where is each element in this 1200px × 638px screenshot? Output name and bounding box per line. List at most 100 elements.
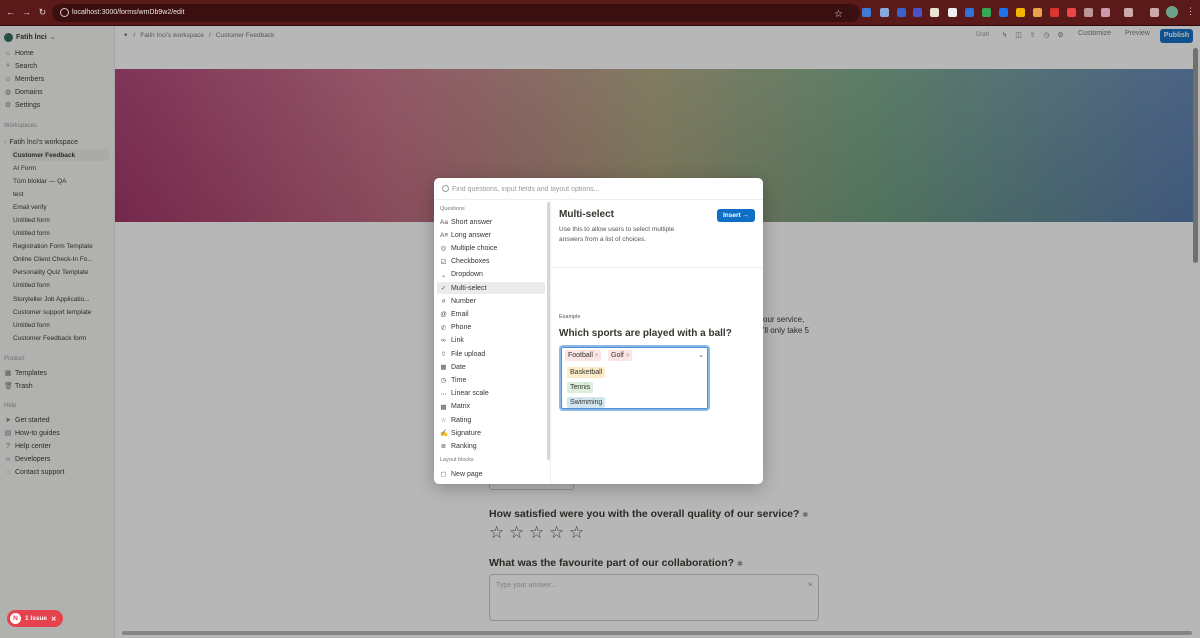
remove-tag-icon[interactable]: ×	[595, 353, 599, 359]
page-icon: ▢	[440, 471, 447, 478]
tag-label: Football	[568, 352, 593, 359]
nextjs-logo-icon: N	[10, 613, 21, 624]
close-icon[interactable]: ✕	[51, 615, 56, 623]
forward-icon[interactable]: →	[21, 7, 32, 18]
reload-icon[interactable]: ↻	[37, 7, 48, 18]
extension-icon[interactable]	[1084, 8, 1093, 17]
block-item-new-page[interactable]: ▢ New page	[437, 468, 545, 480]
option-item[interactable]: Swimming	[567, 397, 606, 408]
extension-icon[interactable]	[1016, 8, 1025, 17]
extension-icon[interactable]	[982, 8, 991, 17]
block-item-label: Email	[451, 310, 469, 318]
block-item-long-answer[interactable]: A≡ Long answer	[437, 229, 545, 241]
selected-tag[interactable]: Football ×	[565, 350, 602, 361]
block-list-scrollbar[interactable]	[547, 202, 550, 460]
block-item-matrix[interactable]: ▩ Matrix	[437, 401, 545, 413]
block-item-label: Link	[451, 337, 464, 345]
linear-scale-icon: ⋯	[440, 390, 447, 398]
layout-group-header: Layout blocks	[440, 457, 474, 463]
short-answer-icon: Aa	[440, 218, 448, 226]
extension-icon[interactable]	[862, 8, 871, 17]
tag-label: Golf	[611, 352, 624, 359]
ranking-icon: ≣	[440, 443, 447, 451]
insert-block-modal: Questions AaShort answerA≡Long answer◎Mu…	[434, 178, 763, 484]
extension-icon[interactable]	[1033, 8, 1042, 17]
checkbox-icon: ☑	[440, 258, 447, 266]
block-item-short-answer[interactable]: Aa Short answer	[437, 216, 545, 228]
block-item-label: Matrix	[451, 403, 471, 411]
clock-icon: ◷	[440, 377, 447, 385]
option-item[interactable]: Tennis	[567, 382, 594, 393]
extension-icon[interactable]	[913, 8, 922, 17]
block-item-email[interactable]: @ Email	[437, 308, 545, 320]
block-search	[434, 178, 763, 200]
block-item-checkboxes[interactable]: ☑ Checkboxes	[437, 256, 545, 268]
block-item-label: Checkboxes	[451, 258, 490, 266]
block-item-label: New page	[451, 470, 483, 478]
multi-select-icon: ✓	[440, 285, 447, 292]
block-item-time[interactable]: ◷ Time	[437, 374, 545, 386]
issue-badge[interactable]: N 1 Issue ✕	[7, 610, 63, 627]
block-item-label: Rating	[451, 416, 472, 424]
download-icon[interactable]	[1150, 8, 1159, 17]
block-list: Questions Aa Short answer A≡ Long answer ◎ Mu…	[434, 200, 551, 484]
example-question: Which sports are played with a ball?	[559, 328, 732, 339]
block-item-date[interactable]: ▦ Date	[437, 361, 545, 373]
block-item-multi-select[interactable]: ✓ Multi-select	[437, 282, 545, 294]
extension-icon[interactable]	[897, 8, 906, 17]
matrix-icon: ▩	[440, 403, 447, 411]
block-item-rating[interactable]: ☆ Rating	[437, 414, 545, 426]
bookmark-star-icon[interactable]: ☆	[834, 7, 850, 23]
insert-button[interactable]: Insert →	[717, 209, 755, 222]
link-icon: ∞	[441, 337, 446, 345]
extension-icon[interactable]	[1067, 8, 1076, 17]
option-item[interactable]: Basketball	[567, 367, 606, 378]
block-item-signature[interactable]: ✍ Signature	[437, 427, 545, 439]
preview-description: Use this to allow users to select multip…	[559, 226, 675, 243]
block-item-label: Ranking	[451, 442, 477, 450]
chevron-down-icon[interactable]: ⌄	[698, 351, 704, 359]
block-item-label: Signature	[451, 429, 481, 437]
insert-button-label: Insert	[722, 212, 741, 219]
block-search-input[interactable]	[452, 183, 752, 195]
block-item-number[interactable]: # Number	[437, 295, 545, 307]
block-item-label: Phone	[451, 324, 472, 332]
block-item-multiple-choice[interactable]: ◎ Multiple choice	[437, 242, 545, 254]
block-item-label: File upload	[451, 350, 486, 358]
multi-select-field[interactable]: Football × Golf × ⌄ Basketball Tennis Swim…	[559, 345, 710, 411]
block-item-linear-scale[interactable]: ⋯ Linear scale	[437, 388, 545, 400]
block-item-file-upload[interactable]: ⇧ File upload	[437, 348, 545, 360]
extension-icon[interactable]	[1050, 8, 1059, 17]
extension-icon[interactable]	[965, 8, 974, 17]
extension-icon[interactable]	[880, 8, 889, 17]
number-icon: #	[441, 297, 446, 305]
divider	[552, 267, 763, 268]
site-info-icon[interactable]	[60, 8, 69, 17]
block-item-phone[interactable]: ✆ Phone	[437, 322, 545, 334]
block-item-dropdown[interactable]: ⌄ Dropdown	[437, 269, 545, 281]
tab-groups-icon[interactable]	[1124, 8, 1133, 17]
multiple-choice-icon: ◎	[440, 245, 447, 253]
block-item-link[interactable]: ∞ Link	[437, 335, 545, 347]
preview-title: Multi-select	[559, 209, 615, 220]
questions-group-header: Questions	[440, 206, 465, 212]
browser-toolbar: ← → ↻ localhost:3000/forms/wmDb9w2/edit …	[0, 0, 1200, 26]
extension-icon[interactable]	[948, 8, 957, 17]
address-bar[interactable]: localhost:3000/forms/wmDb9w2/edit ☆	[52, 4, 860, 22]
extension-icon[interactable]	[930, 8, 939, 17]
browser-menu-icon[interactable]: ⋮	[1186, 6, 1195, 17]
extension-icon[interactable]	[999, 8, 1008, 17]
remove-tag-icon[interactable]: ×	[626, 353, 630, 359]
issue-label: 1 Issue	[25, 615, 48, 622]
profile-avatar[interactable]	[1166, 6, 1178, 18]
block-item-label: Number	[451, 297, 476, 305]
email-icon: @	[440, 310, 447, 318]
phone-icon: ✆	[440, 324, 447, 332]
block-item-ranking[interactable]: ≣ Ranking	[437, 440, 545, 452]
block-item-label: Time	[451, 376, 467, 384]
extensions-puzzle-icon[interactable]	[1101, 8, 1110, 17]
calendar-icon: ▦	[440, 364, 447, 372]
selected-tag[interactable]: Golf ×	[608, 350, 633, 361]
back-icon[interactable]: ←	[5, 7, 16, 18]
long-answer-icon: A≡	[440, 231, 449, 239]
